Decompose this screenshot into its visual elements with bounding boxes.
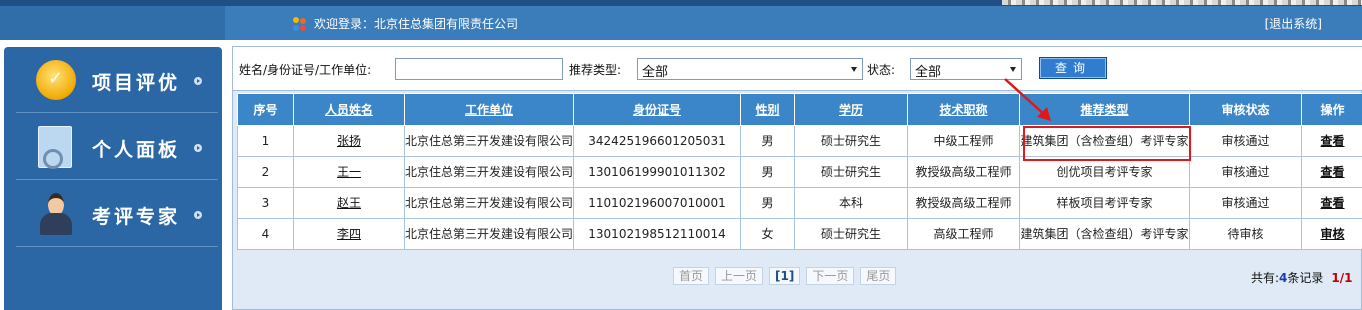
view-link[interactable]: 查看 <box>1301 187 1362 219</box>
header-no: 序号 <box>237 93 294 126</box>
users-icon <box>292 16 308 31</box>
annotation-arrow-icon <box>1004 78 1051 121</box>
table-row: 1 张扬 北京住总第三开发建设有限公司 342425196601205031 男… <box>237 125 1362 157</box>
sidebar-item-personal-panel[interactable]: 个人面板 <box>16 114 218 180</box>
welcome-text: 欢迎登录：北京住总集团有限责任公司 <box>314 17 519 31</box>
logout-link[interactable]: [退出系统] <box>1265 15 1322 32</box>
name-search-input[interactable] <box>395 58 563 80</box>
cell-unit: 北京住总第三开发建设有限公司 <box>404 187 574 219</box>
type-select-value: 全部 <box>642 65 669 80</box>
cell-education: 本科 <box>794 187 908 219</box>
header-gender[interactable]: 性别 <box>740 93 795 126</box>
record-summary: 共有:4条记录 1/1 <box>1251 269 1353 286</box>
expert-table: 序号 人员姓名 工作单位 身份证号 性别 学历 技术职称 推荐类型 审核状态 操… <box>237 93 1362 250</box>
chevron-right-icon <box>194 144 202 152</box>
next-page-button[interactable]: 下一页 <box>806 267 855 285</box>
cell-gender: 男 <box>740 125 795 157</box>
cell-id: 110102196007010001 <box>573 187 741 219</box>
cell-education: 硕士研究生 <box>794 125 908 157</box>
table-row: 3 赵王 北京住总第三开发建设有限公司 110102196007010001 男… <box>237 187 1362 219</box>
type-select[interactable]: 全部 <box>637 58 863 80</box>
total-suffix: 条记录 <box>1287 271 1324 285</box>
cell-title: 教授级高级工程师 <box>907 187 1020 219</box>
total-prefix: 共有: <box>1251 271 1280 285</box>
review-link[interactable]: 审核 <box>1301 218 1362 250</box>
cell-type: 建筑集团（含检查组）考评专家 <box>1019 218 1190 250</box>
page-indicator: 1/1 <box>1331 271 1353 285</box>
cell-no: 3 <box>237 187 294 219</box>
cell-status: 待审核 <box>1189 218 1302 250</box>
chevron-right-icon <box>194 77 202 85</box>
header-id[interactable]: 身份证号 <box>573 93 741 126</box>
cell-status: 审核通过 <box>1189 187 1302 219</box>
cell-title: 中级工程师 <box>907 125 1020 157</box>
type-filter-label: 推荐类型: <box>569 63 622 77</box>
prev-page-button[interactable]: 上一页 <box>715 267 764 285</box>
cell-name-link[interactable]: 张扬 <box>293 125 405 157</box>
cell-status: 审核通过 <box>1189 156 1302 188</box>
header-education[interactable]: 学历 <box>794 93 908 126</box>
cell-id: 130102198512110014 <box>573 218 741 250</box>
chevron-down-icon <box>1010 67 1016 72</box>
cell-unit: 北京住总第三开发建设有限公司 <box>404 218 574 250</box>
view-link[interactable]: 查看 <box>1301 156 1362 188</box>
cell-no: 4 <box>237 218 294 250</box>
table-row: 2 王一 北京住总第三开发建设有限公司 130106199901011302 男… <box>237 156 1362 188</box>
chevron-right-icon <box>194 211 202 219</box>
cell-gender: 男 <box>740 156 795 188</box>
sidebar-item-label: 项目评优 <box>92 72 181 94</box>
sidebar-item-expert[interactable]: 考评专家 <box>16 181 218 247</box>
query-button[interactable]: 查询 <box>1039 57 1107 79</box>
cell-title: 高级工程师 <box>907 218 1020 250</box>
top-header: 欢迎登录：北京住总集团有限责任公司 [退出系统] <box>0 0 1362 40</box>
clipboard-icon <box>38 126 72 169</box>
sidebar: 项目评优 个人面板 考评专家 <box>0 40 226 310</box>
sidebar-item-project-award[interactable]: 项目评优 <box>16 47 218 113</box>
cell-education: 硕士研究生 <box>794 218 908 250</box>
name-filter-label: 姓名/身份证号/工作单位: <box>239 63 372 77</box>
header-operation: 操作 <box>1301 93 1362 126</box>
welcome-message: 欢迎登录：北京住总集团有限责任公司 <box>292 15 518 32</box>
cell-education: 硕士研究生 <box>794 156 908 188</box>
cell-type: 创优项目考评专家 <box>1019 156 1190 188</box>
status-select-value: 全部 <box>915 65 942 80</box>
cell-name-link[interactable]: 王一 <box>293 156 405 188</box>
cell-gender: 男 <box>740 187 795 219</box>
sidebar-item-label: 个人面板 <box>92 139 181 161</box>
cell-id: 130106199901011302 <box>573 156 741 188</box>
cell-unit: 北京住总第三开发建设有限公司 <box>404 156 574 188</box>
table-header-row: 序号 人员姓名 工作单位 身份证号 性别 学历 技术职称 推荐类型 审核状态 操… <box>237 93 1362 126</box>
header-unit[interactable]: 工作单位 <box>404 93 574 126</box>
current-page[interactable]: [1] <box>769 267 801 285</box>
sidebar-panel: 项目评优 个人面板 考评专家 <box>4 47 222 310</box>
header-decoration <box>1002 0 1362 5</box>
cell-no: 2 <box>237 156 294 188</box>
last-page-button[interactable]: 尾页 <box>860 267 897 285</box>
status-filter-label: 状态: <box>867 63 896 77</box>
cell-no: 1 <box>237 125 294 157</box>
main-content: 姓名/身份证号/工作单位: 推荐类型: 全部 状态: 全部 查询 序号 人员姓名… <box>232 46 1362 310</box>
chevron-down-icon <box>851 67 857 72</box>
annotation-highlight-box <box>1023 126 1191 161</box>
cell-name-link[interactable]: 李四 <box>293 218 405 250</box>
view-link[interactable]: 查看 <box>1301 125 1362 157</box>
cell-name-link[interactable]: 赵王 <box>293 187 405 219</box>
pagination: 首页 上一页 [1] 下一页 尾页 <box>673 267 897 285</box>
header-status: 审核状态 <box>1189 93 1302 126</box>
medal-icon <box>36 60 76 100</box>
first-page-button[interactable]: 首页 <box>673 267 710 285</box>
cell-status: 审核通过 <box>1189 125 1302 157</box>
header-name[interactable]: 人员姓名 <box>293 93 405 126</box>
search-bar: 姓名/身份证号/工作单位: 推荐类型: 全部 状态: 全部 查询 <box>233 47 1362 91</box>
sidebar-item-label: 考评专家 <box>92 206 181 228</box>
cell-id: 342425196601205031 <box>573 125 741 157</box>
cell-unit: 北京住总第三开发建设有限公司 <box>404 125 574 157</box>
table-row: 4 李四 北京住总第三开发建设有限公司 130102198512110014 女… <box>237 218 1362 250</box>
cell-title: 教授级高级工程师 <box>907 156 1020 188</box>
cell-type: 样板项目考评专家 <box>1019 187 1190 219</box>
cell-gender: 女 <box>740 218 795 250</box>
expert-icon <box>38 191 74 237</box>
